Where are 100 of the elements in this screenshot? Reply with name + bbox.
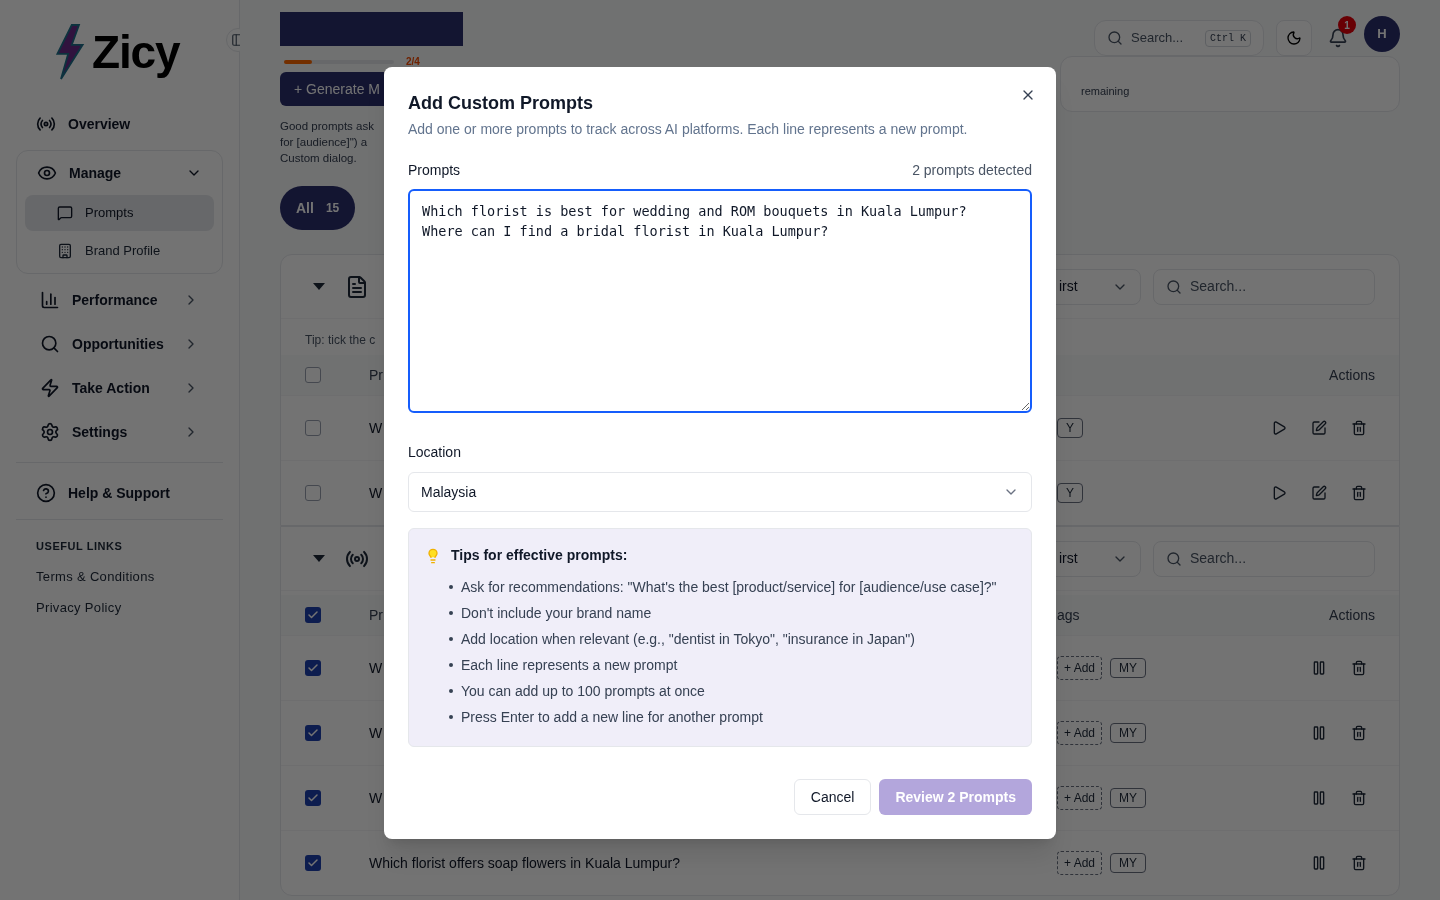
checkbox[interactable] xyxy=(305,660,321,676)
bar-chart-icon xyxy=(40,290,60,310)
checkbox[interactable] xyxy=(305,607,321,623)
column-header: ags xyxy=(1057,607,1080,623)
lightning-icon xyxy=(40,378,60,398)
check-icon xyxy=(307,727,319,739)
chat-bubble-icon xyxy=(57,205,73,221)
pause-icon[interactable] xyxy=(1311,855,1327,871)
field-label: Prompts xyxy=(408,161,461,180)
dialog-title: Add Custom Prompts xyxy=(408,92,593,115)
bullet-icon xyxy=(449,689,453,693)
search-icon xyxy=(1166,278,1182,295)
bullet-icon xyxy=(449,663,453,667)
checkbox[interactable] xyxy=(305,790,321,806)
pause-icon[interactable] xyxy=(1311,790,1327,806)
nav-item[interactable]: Help & Support xyxy=(16,473,223,513)
nav-subitem[interactable]: Brand Profile xyxy=(25,233,214,269)
generate-button[interactable]: + Generate M xyxy=(280,72,384,106)
notification-badge: 1 xyxy=(1338,16,1356,34)
prompt-text: W xyxy=(369,790,383,806)
bullet-icon xyxy=(449,715,453,719)
hint-text: for [audience]") a xyxy=(280,135,368,150)
nav-item[interactable]: Overview xyxy=(16,104,223,144)
bullet-icon xyxy=(449,585,453,589)
bullet-icon xyxy=(449,611,453,615)
check-icon xyxy=(307,609,319,621)
checkbox[interactable] xyxy=(305,420,321,436)
trash-icon[interactable] xyxy=(1351,790,1367,806)
pause-icon[interactable] xyxy=(1311,660,1327,676)
add-tag-button[interactable]: + Add xyxy=(1057,721,1103,745)
search-field[interactable]: Search... Ctrl K xyxy=(1094,20,1264,56)
shortcut-key: Ctrl K xyxy=(1205,29,1251,47)
location-tag: MY xyxy=(1110,658,1147,678)
nav-item[interactable]: Performance xyxy=(16,280,223,320)
broadcast-icon xyxy=(36,114,56,134)
help-icon xyxy=(36,483,56,503)
trash-icon[interactable] xyxy=(1351,855,1367,871)
location-tag: Y xyxy=(1057,483,1083,503)
prompts-input[interactable]: Which florist is best for wedding and ROM bouquets in Kuala Lumpur? Where can I find a bridal florist in Kuala Lumpur? xyxy=(408,189,1032,413)
filter-tab[interactable]: All 15 xyxy=(280,186,356,230)
location-select[interactable]: Malaysia xyxy=(408,472,1032,512)
tips-title: Tips for effective prompts: xyxy=(451,546,628,565)
lightbulb-icon xyxy=(425,547,441,564)
column-header: Actions xyxy=(1329,367,1375,383)
caret-icon[interactable] xyxy=(313,555,325,562)
hint-text: Good prompts ask xyxy=(280,119,374,134)
search-icon xyxy=(1107,30,1123,46)
edit-icon[interactable] xyxy=(1311,420,1327,436)
prompt-text: W xyxy=(369,485,383,501)
bullet-icon xyxy=(449,637,453,641)
add-tag-button[interactable]: + Add xyxy=(1057,656,1103,680)
avatar[interactable]: H xyxy=(1364,16,1400,52)
footer-link[interactable]: Privacy Policy xyxy=(16,598,223,618)
bell-icon[interactable] xyxy=(1328,28,1348,48)
hint-text: Custom dialog. xyxy=(280,151,357,166)
tip-item: Each line represents a new prompt xyxy=(461,656,678,675)
location-tag: MY xyxy=(1110,723,1147,743)
nav-item[interactable]: Take Action xyxy=(16,368,223,408)
theme-toggle-button[interactable] xyxy=(1276,20,1312,56)
edit-icon[interactable] xyxy=(1311,485,1327,501)
nav-item[interactable]: Settings xyxy=(16,412,223,452)
tip-item: Don't include your brand name xyxy=(461,604,652,623)
pause-icon[interactable] xyxy=(1311,725,1327,741)
checkbox[interactable] xyxy=(305,367,321,383)
search-field[interactable]: Search... xyxy=(1153,268,1375,305)
check-icon xyxy=(307,792,319,804)
check-icon xyxy=(307,857,319,869)
add-tag-button[interactable]: + Add xyxy=(1057,851,1103,875)
trash-icon[interactable] xyxy=(1351,485,1367,501)
search-field[interactable]: Search... xyxy=(1153,540,1375,577)
prompt-text: Which florist offers soap flowers in Kuala Lumpur? xyxy=(369,855,680,871)
nav-group-header[interactable]: Manage xyxy=(17,153,222,193)
location-tag: MY xyxy=(1110,788,1147,808)
checkbox[interactable] xyxy=(305,485,321,501)
location-tag: MY xyxy=(1110,853,1147,873)
check-icon xyxy=(307,662,319,674)
tip-item: Ask for recommendations: "What's the best [product/service] for [audience/use case]?" xyxy=(461,578,997,597)
trash-icon[interactable] xyxy=(1351,420,1367,436)
play-icon[interactable] xyxy=(1271,485,1287,501)
eye-icon xyxy=(37,163,57,183)
settings-icon xyxy=(40,422,60,442)
cancel-button[interactable]: Cancel xyxy=(793,779,872,815)
footer-link[interactable]: Terms & Conditions xyxy=(16,566,223,586)
checkbox[interactable] xyxy=(305,725,321,741)
building-icon xyxy=(57,243,73,259)
prompt-text: W xyxy=(369,725,383,741)
prompt-count: 2 prompts detected xyxy=(912,161,1032,180)
trash-icon[interactable] xyxy=(1351,725,1367,741)
add-tag-button[interactable]: + Add xyxy=(1057,786,1103,810)
moon-icon xyxy=(1286,30,1302,46)
section-heading: USEFUL LINKS xyxy=(35,539,124,554)
column-header: Pr xyxy=(369,607,383,623)
checkbox[interactable] xyxy=(305,855,321,871)
nav-item[interactable]: Opportunities xyxy=(16,324,223,364)
trash-icon[interactable] xyxy=(1351,660,1367,676)
play-icon[interactable] xyxy=(1271,420,1287,436)
nav-subitem[interactable]: Prompts xyxy=(25,195,214,231)
tip-text: Tip: tick the c xyxy=(305,333,376,347)
prompt-text: W xyxy=(369,420,383,436)
caret-icon[interactable] xyxy=(313,283,325,290)
